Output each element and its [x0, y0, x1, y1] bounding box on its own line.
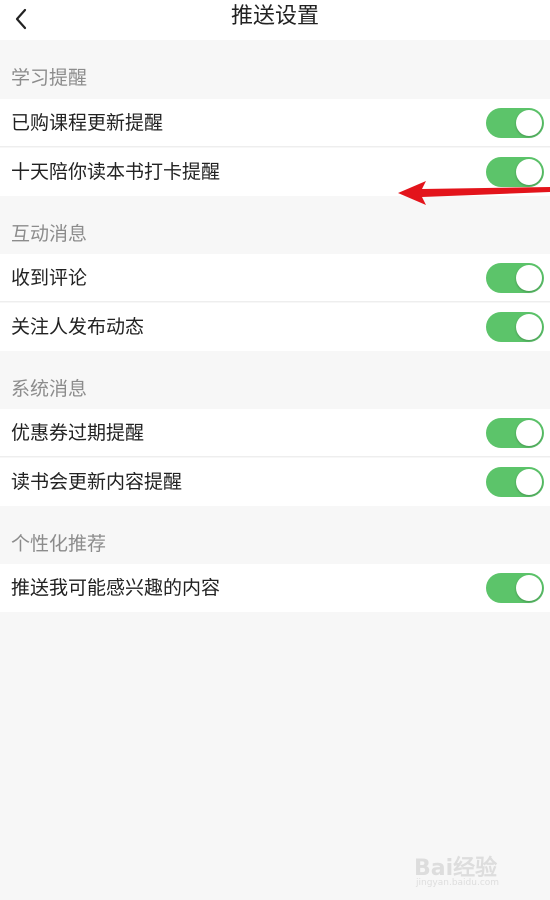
toggle-knob: [516, 469, 542, 495]
toggle-switch[interactable]: [486, 108, 544, 138]
watermark: Bai经验 jingyan.baidu.com: [414, 850, 524, 890]
toggle-knob: [516, 314, 542, 340]
section-header-study: 学习提醒: [0, 40, 550, 98]
watermark-url: jingyan.baidu.com: [416, 878, 500, 888]
annotation-arrow-icon: [398, 181, 550, 205]
setting-row-comments: 收到评论: [0, 254, 550, 302]
setting-label: 优惠券过期提醒: [11, 422, 145, 444]
setting-row-coupon-expiry: 优惠券过期提醒: [0, 409, 550, 457]
nav-header: 推送设置: [0, 0, 550, 40]
setting-label: 关注人发布动态: [11, 316, 145, 338]
section-header-personalized: 个性化推荐: [0, 506, 550, 564]
toggle-knob: [516, 110, 542, 136]
section-title: 学习提醒: [11, 67, 88, 89]
page-title: 推送设置: [230, 4, 319, 29]
toggle-switch[interactable]: [486, 418, 544, 448]
toggle-knob: [516, 265, 542, 291]
toggle-switch[interactable]: [486, 467, 544, 497]
section-title: 互动消息: [11, 223, 88, 245]
setting-row-follow-updates: 关注人发布动态: [0, 303, 550, 351]
toggle-knob: [516, 575, 542, 601]
setting-label: 读书会更新内容提醒: [11, 471, 183, 493]
section-title: 个性化推荐: [11, 533, 107, 555]
section-title: 系统消息: [11, 378, 88, 400]
toggle-knob: [516, 420, 542, 446]
setting-row-recommendations: 推送我可能感兴趣的内容: [0, 564, 550, 612]
setting-label: 收到评论: [11, 267, 88, 289]
setting-label: 推送我可能感兴趣的内容: [11, 577, 221, 599]
toggle-switch[interactable]: [486, 573, 544, 603]
setting-label: 已购课程更新提醒: [11, 112, 164, 134]
section-header-system: 系统消息: [0, 351, 550, 409]
toggle-switch[interactable]: [486, 312, 544, 342]
setting-row-bookclub-update: 读书会更新内容提醒: [0, 458, 550, 506]
toggle-switch[interactable]: [486, 263, 544, 293]
setting-row-course-update: 已购课程更新提醒: [0, 99, 550, 147]
setting-label: 十天陪你读本书打卡提醒: [11, 161, 221, 183]
